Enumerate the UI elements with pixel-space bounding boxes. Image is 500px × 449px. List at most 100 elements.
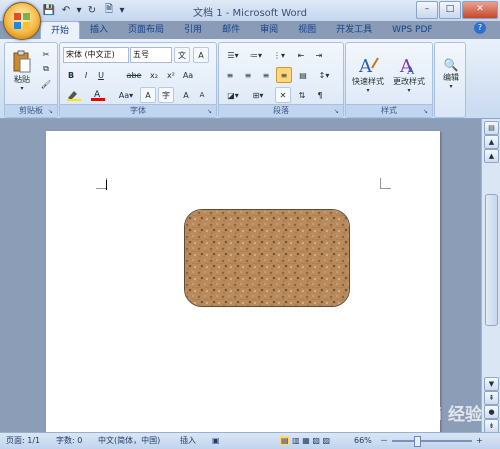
minimize-button[interactable]: – (416, 1, 438, 19)
line-spacing-icon[interactable]: ↕▾ (313, 67, 335, 83)
distributed-icon[interactable]: ▤ (295, 67, 311, 83)
numbering-icon[interactable]: ≔▾ (245, 47, 267, 63)
paragraph-group: ☰▾ ≔▾ ⋮▾ ⇤ ⇥ ≡ ≡ ≡ ≡ ▤ ↕▾ ◪▾ ⊞▾ ✕ ⇅ ¶ 段落… (218, 42, 344, 118)
select-browse-object-button[interactable]: ● (484, 405, 499, 419)
zoom-in-button[interactable]: + (476, 433, 483, 449)
watermark-text: Bai 经验 (411, 405, 482, 425)
styles-launcher-icon[interactable]: ↘ (423, 108, 430, 115)
rounded-rectangle-shape[interactable] (184, 209, 350, 307)
borders-icon[interactable]: ⊞▾ (247, 87, 269, 103)
tab-mailings[interactable]: 邮件 (212, 21, 250, 39)
draft-view-icon[interactable]: ▨ (322, 436, 330, 445)
scroll-up-button[interactable]: ▲ (484, 135, 499, 149)
outline-view-icon[interactable]: ▧ (312, 436, 320, 445)
multilevel-list-icon[interactable]: ⋮▾ (268, 47, 290, 63)
status-insert-mode[interactable]: 插入 (180, 433, 196, 449)
font-group: 宋体 (中文正) 五号 文 A B I U abe x₂ x² Aa A Aa▾… (59, 42, 217, 118)
tab-review[interactable]: 审阅 (250, 21, 288, 39)
change-styles-icon: AA (399, 56, 415, 76)
tab-view[interactable]: 视图 (288, 21, 326, 39)
change-styles-button[interactable]: AA 更改样式 ▾ (388, 45, 430, 103)
sort-icon[interactable]: ⇅ (294, 87, 310, 103)
zoom-out-button[interactable]: － (380, 433, 388, 449)
next-page-button[interactable]: ⇟ (484, 419, 499, 433)
format-painter-icon[interactable]: 🖌 (39, 77, 53, 91)
chinese-layout-icon[interactable]: ✕ (275, 87, 291, 103)
font-launcher-icon[interactable]: ↘ (207, 108, 214, 115)
maximize-button[interactable]: □ (439, 1, 461, 19)
clipboard-launcher-icon[interactable]: ↘ (48, 108, 55, 115)
scroll-up-page-button[interactable]: ▲ (484, 149, 499, 163)
status-page[interactable]: 页面: 1/1 (6, 433, 40, 449)
tab-page-layout[interactable]: 页面布局 (118, 21, 174, 39)
zoom-level[interactable]: 66% (354, 433, 372, 449)
character-shading-icon[interactable]: A (140, 87, 156, 103)
bold-button[interactable]: B (64, 67, 78, 83)
previous-page-button[interactable]: ⇞ (484, 391, 499, 405)
justify-icon[interactable]: ≡ (276, 67, 292, 83)
status-word-count[interactable]: 字数: 0 (56, 433, 82, 449)
cork-texture-fill (185, 210, 349, 306)
show-marks-icon[interactable]: ¶ (312, 87, 328, 103)
highlight-color-icon[interactable] (64, 87, 84, 103)
macro-record-icon[interactable]: ▣ (212, 433, 220, 449)
scrollbar-thumb[interactable] (485, 194, 498, 326)
office-button[interactable] (3, 2, 41, 40)
tab-home[interactable]: 开始 (40, 21, 81, 39)
status-bar: 页面: 1/1 字数: 0 中文(简体，中国) 插入 ▣ ▤ ▥ ▦ ▧ ▨ 6… (0, 432, 500, 449)
paste-dropdown-icon[interactable]: ▾ (20, 85, 23, 92)
font-group-label: 字体 (60, 104, 216, 117)
ribbon-tabs: 开始 插入 页面布局 引用 邮件 审阅 视图 开发工具 WPS PDF (40, 21, 443, 39)
vertical-scrollbar[interactable]: ▤ ▲ ▲ ▼ ⇞ ● ⇟ (481, 119, 500, 433)
italic-button[interactable]: I (79, 67, 93, 83)
enclose-characters-icon[interactable]: 字 (158, 87, 174, 103)
full-screen-reading-view-icon[interactable]: ▥ (292, 436, 300, 445)
shading-icon[interactable]: ◪▾ (222, 87, 244, 103)
quick-styles-dropdown-icon[interactable]: ▾ (366, 87, 369, 94)
copy-icon[interactable]: ⧉ (39, 62, 53, 76)
bullets-icon[interactable]: ☰▾ (222, 47, 244, 63)
increase-indent-icon[interactable]: ⇥ (311, 47, 327, 63)
close-button[interactable]: ✕ (462, 1, 498, 19)
status-language[interactable]: 中文(简体，中国) (98, 433, 160, 449)
font-size-combo[interactable]: 五号 (130, 47, 172, 63)
clear-formatting-button[interactable]: Aa (180, 67, 196, 83)
quick-styles-button[interactable]: A 快速样式 ▾ (348, 45, 388, 103)
underline-button[interactable]: U (94, 67, 108, 83)
view-buttons: ▤ ▥ ▦ ▧ ▨ (280, 433, 330, 449)
print-layout-view-icon[interactable]: ▤ (280, 436, 290, 445)
strikethrough-button[interactable]: abe (124, 67, 144, 83)
web-layout-view-icon[interactable]: ▦ (302, 436, 310, 445)
tab-developer[interactable]: 开发工具 (326, 21, 382, 39)
quick-styles-label: 快速样式 (352, 77, 384, 86)
ruler-toggle-icon[interactable]: ▤ (484, 121, 499, 135)
cut-icon[interactable]: ✂ (39, 47, 53, 61)
font-color-icon[interactable]: A (88, 87, 108, 103)
character-border-icon[interactable]: A (193, 47, 209, 63)
font-name-combo[interactable]: 宋体 (中文正) (63, 47, 129, 63)
shrink-font-button[interactable]: A (194, 87, 210, 103)
edit-label: 编辑 (443, 73, 459, 82)
align-left-icon[interactable]: ≡ (222, 67, 238, 83)
decrease-indent-icon[interactable]: ⇤ (293, 47, 309, 63)
paragraph-launcher-icon[interactable]: ↘ (334, 108, 341, 115)
grow-font-button[interactable]: A (178, 87, 194, 103)
paste-button[interactable]: 粘贴 ▾ (9, 45, 35, 97)
phonetic-guide-icon[interactable]: 文 (174, 47, 190, 63)
edit-button[interactable]: 🔍 编辑 ▾ (437, 45, 465, 103)
subscript-button[interactable]: x₂ (146, 67, 162, 83)
edit-dropdown-icon[interactable]: ▾ (449, 83, 452, 90)
change-case-button[interactable]: Aa▾ (116, 87, 136, 103)
zoom-slider-thumb[interactable] (414, 436, 421, 447)
align-right-icon[interactable]: ≡ (258, 67, 274, 83)
superscript-button[interactable]: x² (163, 67, 179, 83)
tab-references[interactable]: 引用 (174, 21, 212, 39)
change-styles-dropdown-icon[interactable]: ▾ (407, 87, 410, 94)
paste-label: 粘贴 (14, 75, 30, 84)
zoom-slider[interactable] (392, 440, 472, 442)
help-icon[interactable]: ? (474, 22, 486, 34)
tab-insert[interactable]: 插入 (80, 21, 118, 39)
scroll-down-button[interactable]: ▼ (484, 377, 499, 391)
tab-wps-pdf[interactable]: WPS PDF (382, 21, 442, 39)
align-center-icon[interactable]: ≡ (240, 67, 256, 83)
